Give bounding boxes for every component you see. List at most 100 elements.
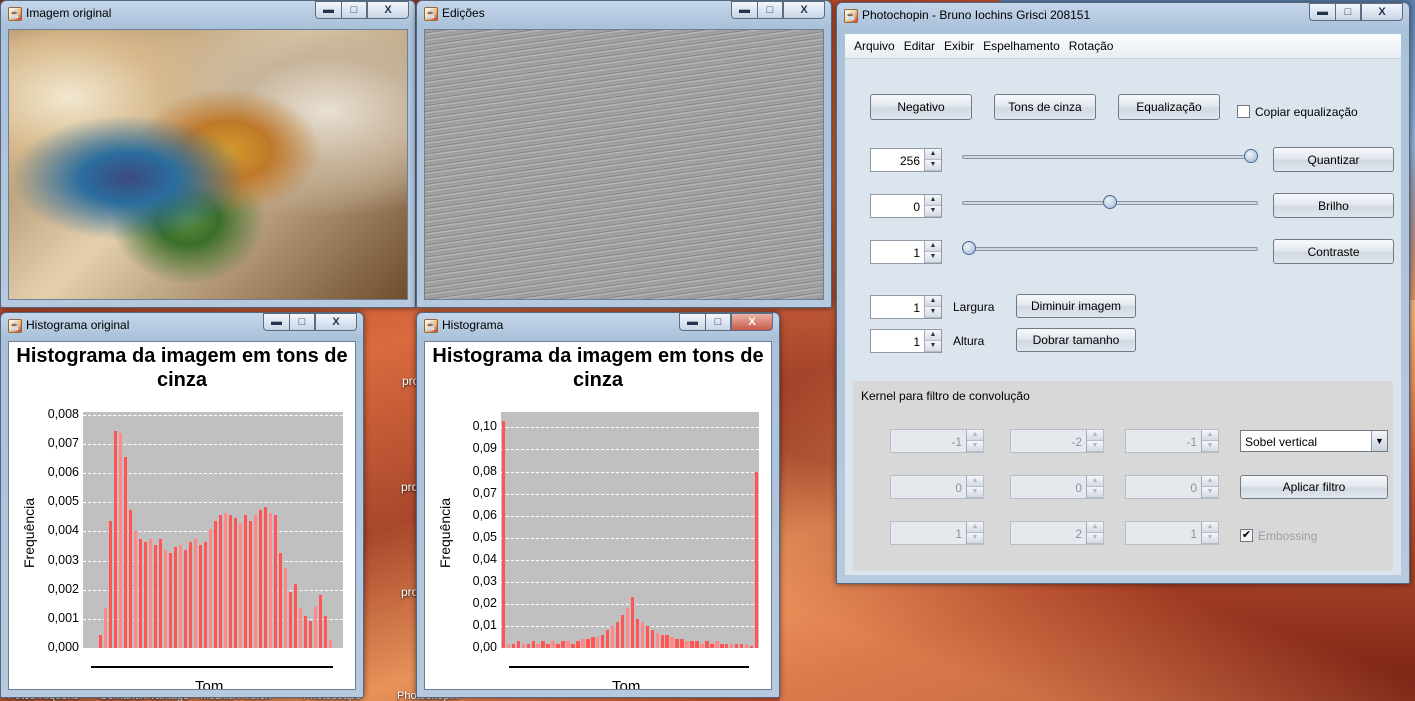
minimize-button[interactable]: ▬ — [679, 313, 705, 331]
histogram-bar — [138, 539, 143, 648]
menu-editar[interactable]: Editar — [899, 34, 939, 58]
spinner-down-icon[interactable]: ▼ — [1087, 487, 1103, 498]
title-bar[interactable]: ☕ Imagem original ▬ □ X — [1, 1, 415, 27]
close-button[interactable]: X — [315, 313, 357, 331]
menu-espelhamento[interactable]: Espelhamento — [978, 34, 1064, 58]
kernel-cell[interactable]: 0 ▲ ▼ — [890, 475, 984, 499]
kernel-cell[interactable]: 1 ▲ ▼ — [890, 521, 984, 545]
slider-knob[interactable] — [1244, 149, 1258, 163]
spinner-up-icon[interactable]: ▲ — [1202, 522, 1218, 533]
spinner-down-icon[interactable]: ▼ — [1087, 533, 1103, 544]
title-bar[interactable]: ☕ Edições ▬ □ X — [417, 1, 831, 27]
kernel-cell[interactable]: -1 ▲ ▼ — [1125, 429, 1219, 453]
histogram-bar — [571, 643, 575, 648]
brightness-button[interactable]: Brilho — [1273, 193, 1394, 218]
brightness-spinner[interactable]: 0 ▲ ▼ — [870, 194, 942, 218]
negative-button[interactable]: Negativo — [870, 94, 972, 120]
spinner-up-icon[interactable]: ▲ — [925, 195, 941, 206]
spinner-up-icon[interactable]: ▲ — [1087, 476, 1103, 487]
title-bar[interactable]: ☕ Histograma ▬ □ X — [417, 313, 779, 339]
minimize-button[interactable]: ▬ — [731, 1, 757, 19]
close-button[interactable]: X — [1361, 3, 1403, 21]
spinner-up-icon[interactable]: ▲ — [1087, 522, 1103, 533]
close-button[interactable]: X — [367, 1, 409, 19]
minimize-button[interactable]: ▬ — [263, 313, 289, 331]
kernel-cell[interactable]: 1 ▲ ▼ — [1125, 521, 1219, 545]
spinner-down-icon[interactable]: ▼ — [967, 441, 983, 452]
spinner-up-icon[interactable]: ▲ — [967, 430, 983, 441]
apply-filter-button[interactable]: Aplicar filtro — [1240, 475, 1388, 499]
spinner-down-icon[interactable]: ▼ — [967, 533, 983, 544]
menu-exibir[interactable]: Exibir — [939, 34, 978, 58]
spinner-up-icon[interactable]: ▲ — [925, 241, 941, 252]
menu-rotacao[interactable]: Rotação — [1064, 34, 1118, 58]
quantize-button[interactable]: Quantizar — [1273, 147, 1394, 172]
spinner-down-icon[interactable]: ▼ — [925, 206, 941, 217]
slider-knob[interactable] — [1103, 195, 1117, 209]
spinner-up-icon[interactable]: ▲ — [1087, 430, 1103, 441]
spinner-up-icon[interactable]: ▲ — [967, 476, 983, 487]
histogram-bar — [233, 518, 238, 648]
spinner-down-icon[interactable]: ▼ — [925, 341, 941, 352]
spinner-down-icon[interactable]: ▼ — [925, 252, 941, 263]
histogram-bar — [123, 457, 128, 648]
minimize-button[interactable]: ▬ — [315, 1, 341, 19]
spinner-down-icon[interactable]: ▼ — [925, 307, 941, 318]
spinner-down-icon[interactable]: ▼ — [1202, 441, 1218, 452]
y-tick-label: 0,000 — [47, 640, 79, 654]
spinner-up-icon[interactable]: ▲ — [1202, 476, 1218, 487]
spinner-up-icon[interactable]: ▲ — [925, 330, 941, 341]
embossing-checkbox[interactable]: ✔ — [1240, 529, 1253, 542]
spinner-down-icon[interactable]: ▼ — [1202, 487, 1218, 498]
close-button[interactable]: X — [783, 1, 825, 19]
grayscale-button[interactable]: Tons de cinza — [994, 94, 1096, 120]
spinner-down-icon[interactable]: ▼ — [925, 160, 941, 171]
contrast-button[interactable]: Contraste — [1273, 239, 1394, 264]
brightness-slider[interactable] — [962, 195, 1258, 211]
histogram-bar — [283, 568, 288, 648]
maximize-button[interactable]: □ — [341, 1, 367, 19]
histogram-panel: Histograma da imagem em tons de cinza 0,0… — [424, 341, 772, 690]
kernel-cell[interactable]: 0 ▲ ▼ — [1010, 475, 1104, 499]
spinner-up-icon[interactable]: ▲ — [967, 522, 983, 533]
maximize-button[interactable]: □ — [1335, 3, 1361, 21]
kernel-cell[interactable]: -1 ▲ ▼ — [890, 429, 984, 453]
histogram-bar — [576, 641, 580, 648]
spinner-down-icon[interactable]: ▼ — [967, 487, 983, 498]
spinner-up-icon[interactable]: ▲ — [925, 296, 941, 307]
shrink-image-button[interactable]: Diminuir imagem — [1016, 294, 1136, 318]
histogram-bar — [695, 641, 699, 648]
spinner-up-icon[interactable]: ▲ — [925, 149, 941, 160]
quantize-slider[interactable] — [962, 149, 1258, 165]
chevron-down-icon[interactable]: ▼ — [1371, 431, 1387, 451]
kernel-cell[interactable]: 0 ▲ ▼ — [1125, 475, 1219, 499]
slider-knob[interactable] — [962, 241, 976, 255]
minimize-button[interactable]: ▬ — [1309, 3, 1335, 21]
quantize-spinner[interactable]: 256 ▲ ▼ — [870, 148, 942, 172]
kernel-cell[interactable]: 2 ▲ ▼ — [1010, 521, 1104, 545]
spinner-down-icon[interactable]: ▼ — [1087, 441, 1103, 452]
spinner-up-icon[interactable]: ▲ — [1202, 430, 1218, 441]
histogram-bar — [203, 541, 208, 648]
contrast-slider[interactable] — [962, 241, 1258, 257]
maximize-button[interactable]: □ — [757, 1, 783, 19]
double-size-button[interactable]: Dobrar tamanho — [1016, 328, 1136, 352]
kernel-cell[interactable]: -2 ▲ ▼ — [1010, 429, 1104, 453]
title-bar[interactable]: ☕ Photochopin - Bruno Iochins Grisci 208… — [837, 3, 1409, 29]
height-spinner[interactable]: 1 ▲ ▼ — [870, 329, 942, 353]
spinner-down-icon[interactable]: ▼ — [1202, 533, 1218, 544]
width-spinner[interactable]: 1 ▲ ▼ — [870, 295, 942, 319]
maximize-button[interactable]: □ — [705, 313, 731, 331]
filter-select[interactable]: Sobel vertical ▼ — [1240, 430, 1388, 452]
contrast-spinner[interactable]: 1 ▲ ▼ — [870, 240, 942, 264]
equalize-button[interactable]: Equalização — [1118, 94, 1220, 120]
menu-arquivo[interactable]: Arquivo — [849, 34, 899, 58]
histogram-bar — [288, 592, 293, 648]
histogram-bar — [546, 643, 550, 648]
spinner-value: 1 — [913, 246, 920, 260]
copy-equalization-checkbox[interactable] — [1237, 105, 1250, 118]
histogram-bar — [118, 433, 123, 648]
maximize-button[interactable]: □ — [289, 313, 315, 331]
title-bar[interactable]: ☕ Histograma original ▬ □ X — [1, 313, 363, 339]
close-button[interactable]: X — [731, 313, 773, 331]
